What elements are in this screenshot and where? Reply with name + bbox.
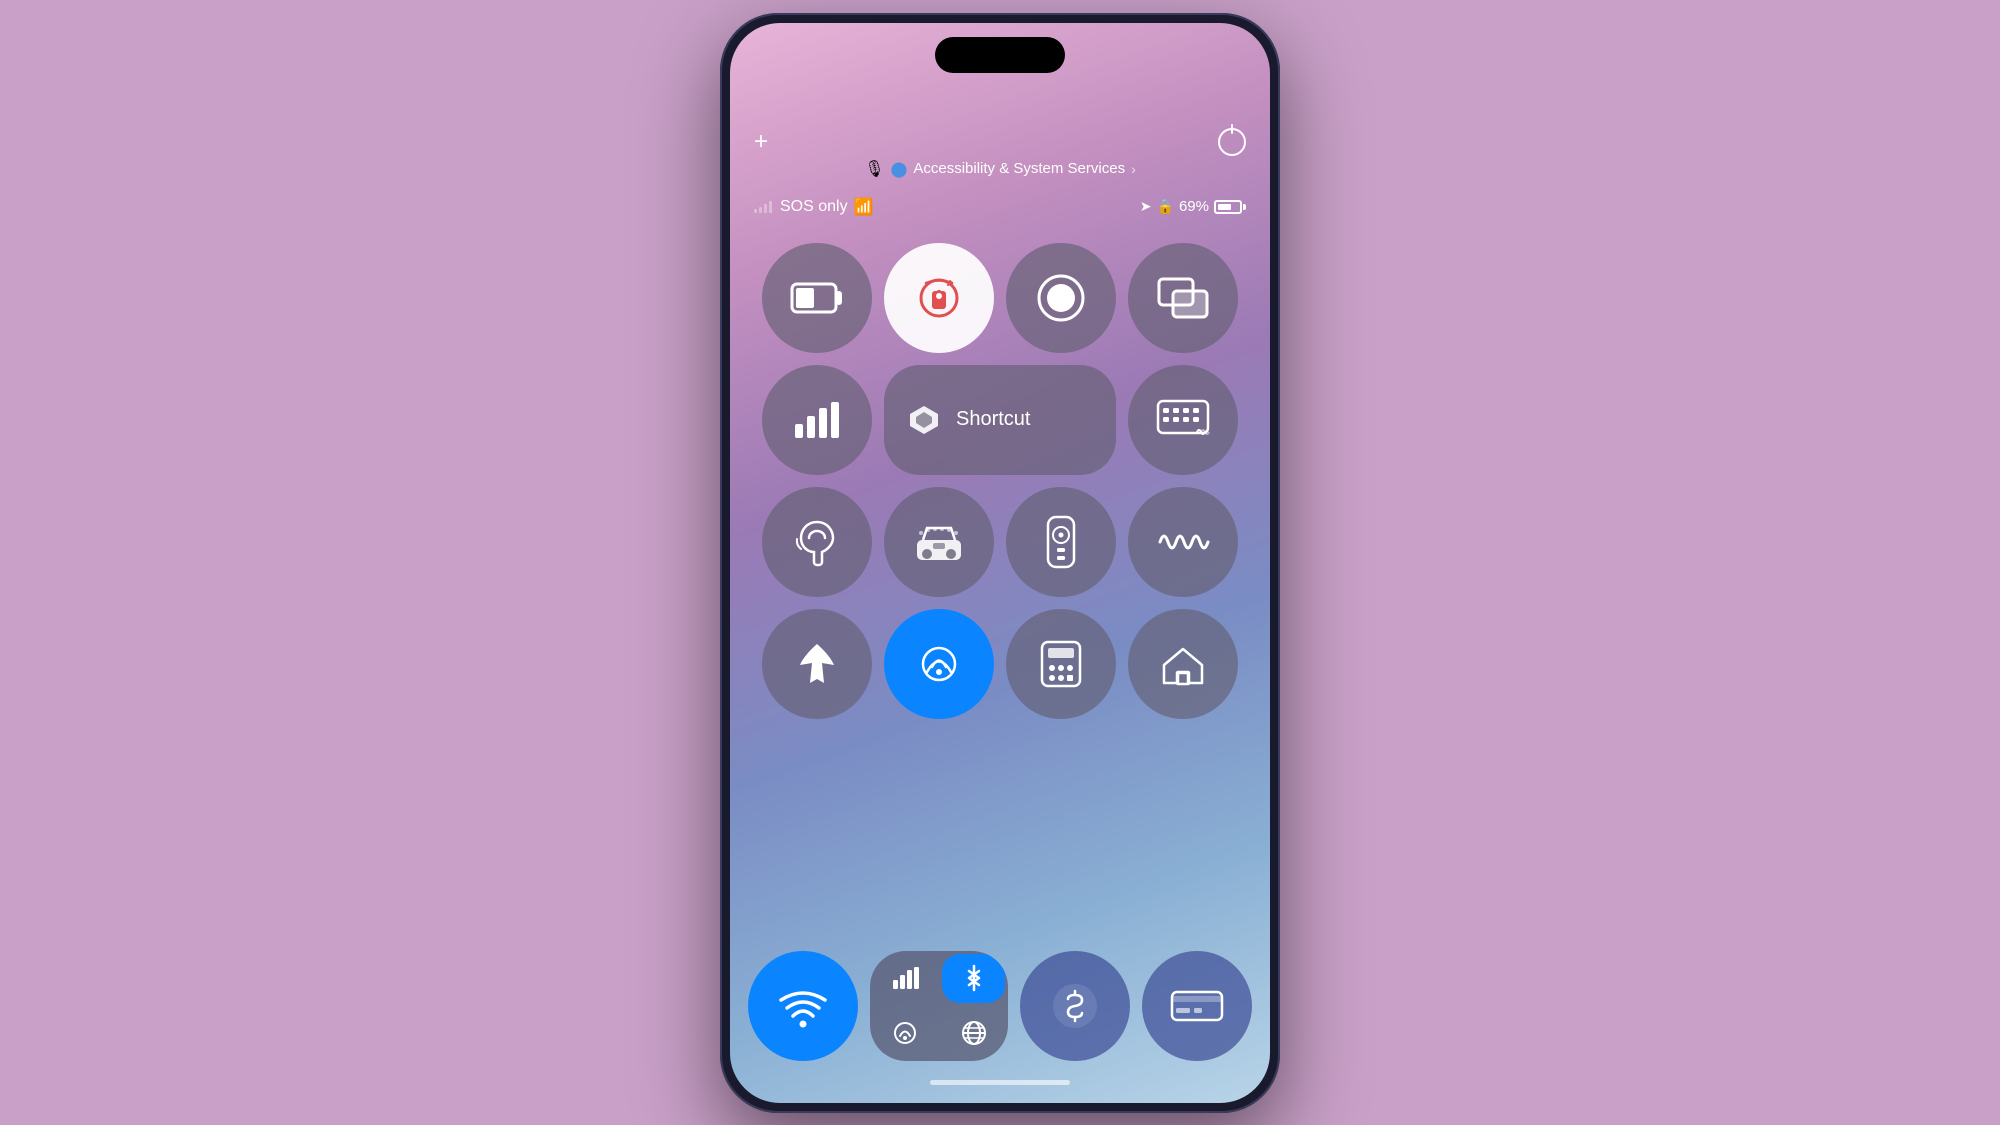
- phone-screen: + 🎙 ⬤ Accessibility & System Services › …: [730, 23, 1270, 1103]
- screen-record-button[interactable]: [1006, 243, 1116, 353]
- grid-row-2: Shortcut: [748, 365, 1252, 475]
- battery-status: ➤ 🔒 69%: [1140, 198, 1246, 215]
- control-grid: Shortcut: [748, 243, 1252, 731]
- grid-row-4: [748, 609, 1252, 719]
- bottom-grid-row: [748, 951, 1252, 1061]
- location-lock-icon: 🔒: [1157, 198, 1174, 215]
- airdrop-sub-button[interactable]: [870, 1006, 939, 1061]
- home-indicator: [930, 1080, 1070, 1085]
- driving-focus-button[interactable]: [884, 487, 994, 597]
- bluetooth-button[interactable]: [942, 954, 1005, 1003]
- breadcrumb-text: Accessibility & System Services: [913, 160, 1125, 177]
- dynamic-island: [935, 37, 1065, 73]
- mic-indicator-icon: 🎙: [864, 159, 884, 179]
- cellular-data-button[interactable]: [762, 365, 872, 475]
- rotation-lock-button[interactable]: [884, 243, 994, 353]
- screen-mirror-button[interactable]: [1128, 243, 1238, 353]
- grid-row-3: [748, 487, 1252, 597]
- sound-recognition-button[interactable]: [1128, 487, 1238, 597]
- shortcut-button[interactable]: Shortcut: [884, 365, 1116, 475]
- status-row: SOS only 📶 ➤ 🔒 69%: [730, 197, 1270, 217]
- bottom-row: [748, 951, 1252, 1073]
- location-icon: ➤: [1140, 198, 1152, 215]
- location-indicator-icon: ⬤: [891, 160, 908, 178]
- battery-icon: [1214, 200, 1246, 214]
- cellular-sub-button[interactable]: [870, 951, 939, 1006]
- keyboard-haptics-button[interactable]: [1128, 365, 1238, 475]
- battery-percentage: 69%: [1179, 198, 1209, 215]
- top-controls-bar: +: [730, 128, 1270, 156]
- airdrop-button[interactable]: [884, 609, 994, 719]
- wallet-button[interactable]: [1142, 951, 1252, 1061]
- calculator-button[interactable]: [1006, 609, 1116, 719]
- breadcrumb-arrow: ›: [1131, 161, 1136, 177]
- phone-frame: + 🎙 ⬤ Accessibility & System Services › …: [720, 13, 1280, 1113]
- wifi-button[interactable]: [748, 951, 858, 1061]
- personal-hotspot-button[interactable]: [939, 1006, 1008, 1061]
- airplane-mode-button[interactable]: [762, 609, 872, 719]
- low-power-mode-button[interactable]: [762, 243, 872, 353]
- cash-app-button[interactable]: [1020, 951, 1130, 1061]
- connectivity-group[interactable]: [870, 951, 1008, 1061]
- grid-row-1: [748, 243, 1252, 353]
- breadcrumb[interactable]: 🎙 ⬤ Accessibility & System Services ›: [730, 159, 1270, 179]
- power-button[interactable]: [1218, 128, 1246, 156]
- hearing-button[interactable]: [762, 487, 872, 597]
- sos-label: SOS only: [780, 198, 848, 216]
- apple-tv-remote-button[interactable]: [1006, 487, 1116, 597]
- shortcut-label: Shortcut: [956, 408, 1030, 431]
- wifi-status-icon: 📶: [854, 197, 874, 217]
- carrier-status: SOS only 📶: [754, 197, 874, 217]
- add-button[interactable]: +: [754, 128, 768, 156]
- home-button[interactable]: [1128, 609, 1238, 719]
